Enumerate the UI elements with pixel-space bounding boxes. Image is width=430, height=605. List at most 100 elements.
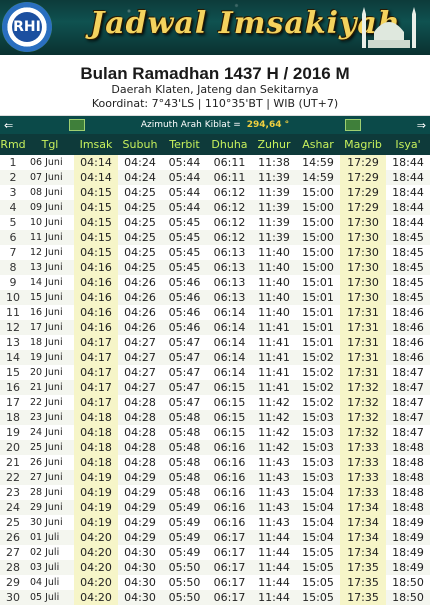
banner: RHI Jadwal Imsakiyah [0, 0, 430, 55]
kaaba-icon [344, 119, 361, 131]
time-cell: 06:16 [207, 470, 252, 485]
time-cell: 05:47 [162, 350, 207, 365]
time-cell: 15:01 [296, 305, 340, 320]
table-row: 7 12 Juni 04:15 04:25 05:45 06:13 11:40 15:00 17… [0, 245, 430, 260]
time-cell: 04:29 [118, 530, 162, 545]
time-cell: 18:47 [386, 395, 430, 410]
time-cell: 05:45 [162, 245, 207, 260]
column-header: Tgl [26, 134, 74, 155]
rhi-logo: RHI [2, 2, 52, 52]
time-cell: 11:41 [252, 380, 296, 395]
column-header: Dhuha [207, 134, 252, 155]
ramadhan-day-cell: 6 [0, 230, 26, 245]
time-cell: 05:48 [162, 410, 207, 425]
time-cell: 11:44 [252, 530, 296, 545]
time-cell: 18:45 [386, 260, 430, 275]
time-cell: 18:44 [386, 200, 430, 215]
ramadhan-day-cell: 11 [0, 305, 26, 320]
time-cell: 05:45 [162, 260, 207, 275]
time-cell: 18:50 [386, 590, 430, 605]
table-row: 16 21 Juni 04:17 04:27 05:47 06:15 11:41 15:02 1… [0, 380, 430, 395]
time-cell: 06:15 [207, 395, 252, 410]
date-cell: 22 Juni [26, 395, 74, 410]
time-cell: 06:17 [207, 530, 252, 545]
table-row: 9 14 Juni 04:16 04:26 05:46 06:13 11:40 15:01 17… [0, 275, 430, 290]
kaaba-icon [69, 119, 86, 131]
time-cell: 11:42 [252, 440, 296, 455]
time-cell: 11:42 [252, 425, 296, 440]
time-cell: 04:27 [118, 335, 162, 350]
date-cell: 24 Juni [26, 425, 74, 440]
time-cell: 11:43 [252, 515, 296, 530]
time-cell: 15:02 [296, 365, 340, 380]
ramadhan-day-cell: 30 [0, 590, 26, 605]
time-cell: 11:40 [252, 275, 296, 290]
time-cell: 15:01 [296, 335, 340, 350]
date-cell: 08 Juni [26, 185, 74, 200]
time-cell: 15:02 [296, 380, 340, 395]
ramadhan-day-cell: 20 [0, 440, 26, 455]
time-cell: 04:29 [118, 470, 162, 485]
time-cell: 04:20 [74, 560, 118, 575]
time-cell: 04:16 [74, 260, 118, 275]
time-cell: 17:32 [340, 425, 386, 440]
ramadhan-day-cell: 28 [0, 560, 26, 575]
ramadhan-day-cell: 15 [0, 365, 26, 380]
time-cell: 18:48 [386, 440, 430, 455]
time-cell: 11:42 [252, 395, 296, 410]
time-cell: 06:14 [207, 335, 252, 350]
time-cell: 17:34 [340, 515, 386, 530]
time-cell: 06:15 [207, 410, 252, 425]
time-cell: 04:14 [74, 155, 118, 170]
time-cell: 04:30 [118, 545, 162, 560]
time-cell: 04:26 [118, 275, 162, 290]
time-cell: 04:29 [118, 485, 162, 500]
time-cell: 15:03 [296, 425, 340, 440]
table-row: 3 08 Juni 04:15 04:25 05:44 06:12 11:39 15:00 17… [0, 185, 430, 200]
ramadhan-day-cell: 4 [0, 200, 26, 215]
time-cell: 04:27 [118, 365, 162, 380]
time-cell: 04:15 [74, 245, 118, 260]
time-cell: 15:00 [296, 260, 340, 275]
time-cell: 17:33 [340, 455, 386, 470]
time-cell: 17:30 [340, 290, 386, 305]
time-cell: 04:19 [74, 470, 118, 485]
ramadhan-day-cell: 19 [0, 425, 26, 440]
table-row: 28 03 Juli 04:20 04:30 05:50 06:17 11:44 15:05 1… [0, 560, 430, 575]
time-cell: 14:59 [296, 170, 340, 185]
time-cell: 04:16 [74, 275, 118, 290]
time-cell: 04:20 [74, 530, 118, 545]
time-cell: 05:44 [162, 155, 207, 170]
time-cell: 04:19 [74, 515, 118, 530]
time-cell: 04:17 [74, 380, 118, 395]
date-cell: 28 Juni [26, 485, 74, 500]
next-arrow-icon[interactable]: ⇒ [417, 119, 426, 132]
time-cell: 15:04 [296, 515, 340, 530]
time-cell: 04:28 [118, 395, 162, 410]
date-cell: 25 Juni [26, 440, 74, 455]
time-cell: 17:29 [340, 185, 386, 200]
column-header: Terbit [162, 134, 207, 155]
table-row: 13 18 Juni 04:17 04:27 05:47 06:14 11:41 15:01 1… [0, 335, 430, 350]
time-cell: 18:47 [386, 365, 430, 380]
time-cell: 06:17 [207, 575, 252, 590]
time-cell: 04:19 [74, 500, 118, 515]
time-cell: 17:29 [340, 155, 386, 170]
time-cell: 06:16 [207, 500, 252, 515]
date-cell: 21 Juni [26, 380, 74, 395]
time-cell: 15:05 [296, 560, 340, 575]
time-cell: 05:49 [162, 530, 207, 545]
ramadhan-day-cell: 12 [0, 320, 26, 335]
table-row: 26 01 Juli 04:20 04:29 05:49 06:17 11:44 15:04 1… [0, 530, 430, 545]
time-cell: 15:05 [296, 545, 340, 560]
time-cell: 18:50 [386, 575, 430, 590]
time-cell: 18:46 [386, 350, 430, 365]
ramadhan-day-cell: 26 [0, 530, 26, 545]
table-row: 1 06 Juni 04:14 04:24 05:44 06:11 11:38 14:59 17… [0, 155, 430, 170]
time-cell: 04:29 [118, 500, 162, 515]
time-cell: 04:16 [74, 305, 118, 320]
time-cell: 05:49 [162, 500, 207, 515]
prev-arrow-icon[interactable]: ⇐ [4, 119, 13, 132]
time-cell: 18:49 [386, 560, 430, 575]
time-cell: 18:48 [386, 485, 430, 500]
